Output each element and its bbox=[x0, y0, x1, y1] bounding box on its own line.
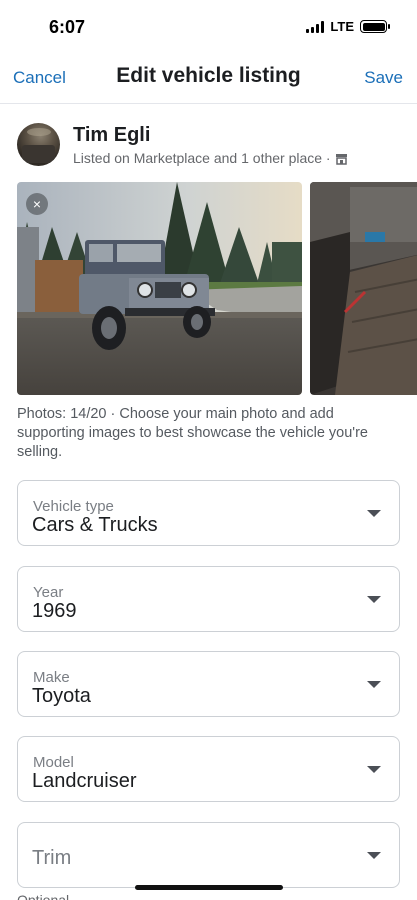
secondary-photo[interactable] bbox=[310, 182, 417, 395]
network-label: LTE bbox=[330, 19, 354, 34]
nav-header: Cancel Edit vehicle listing Save bbox=[0, 52, 417, 104]
photos-caption: Photos: 14/20 · Choose your main photo a… bbox=[17, 406, 368, 460]
home-indicator bbox=[135, 885, 283, 890]
optional-label: Optional bbox=[17, 892, 70, 900]
caret-down-icon bbox=[367, 510, 381, 517]
caret-down-icon bbox=[367, 852, 381, 859]
close-icon[interactable]: × bbox=[26, 193, 48, 215]
status-indicators: LTE bbox=[306, 19, 390, 34]
caret-down-icon bbox=[367, 766, 381, 773]
avatar bbox=[17, 123, 60, 166]
store-icon bbox=[335, 152, 348, 165]
make-select[interactable]: Make Toyota bbox=[17, 651, 400, 717]
signal-icon bbox=[306, 20, 325, 33]
trim-select[interactable]: Trim bbox=[17, 822, 400, 888]
field-value: Cars & Trucks bbox=[32, 514, 158, 536]
cancel-button[interactable]: Cancel bbox=[13, 68, 66, 88]
field-label: Year bbox=[33, 584, 64, 601]
field-label: Make bbox=[33, 669, 70, 686]
seller-name: Tim Egli bbox=[73, 124, 151, 146]
model-select[interactable]: Model Landcruiser bbox=[17, 736, 400, 802]
listing-places[interactable]: Listed on Marketplace and 1 other place … bbox=[73, 150, 348, 166]
caret-down-icon bbox=[367, 596, 381, 603]
caret-down-icon bbox=[367, 681, 381, 688]
vehicle-type-select[interactable]: Vehicle type Cars & Trucks bbox=[17, 480, 400, 546]
field-value: Toyota bbox=[32, 685, 91, 707]
battery-icon bbox=[360, 20, 390, 33]
main-photo[interactable]: × bbox=[17, 182, 302, 395]
listing-places-text: Listed on Marketplace and 1 other place … bbox=[73, 150, 331, 166]
field-placeholder: Trim bbox=[32, 847, 72, 869]
status-bar: 6:07 LTE bbox=[0, 0, 417, 52]
save-button[interactable]: Save bbox=[364, 68, 403, 88]
field-label: Model bbox=[33, 754, 74, 771]
year-select[interactable]: Year 1969 bbox=[17, 566, 400, 632]
field-value: Landcruiser bbox=[32, 770, 137, 792]
photo-carousel[interactable]: × bbox=[17, 182, 417, 396]
field-label: Vehicle type bbox=[33, 498, 114, 515]
field-value: 1969 bbox=[32, 600, 77, 622]
status-time: 6:07 bbox=[49, 17, 86, 37]
